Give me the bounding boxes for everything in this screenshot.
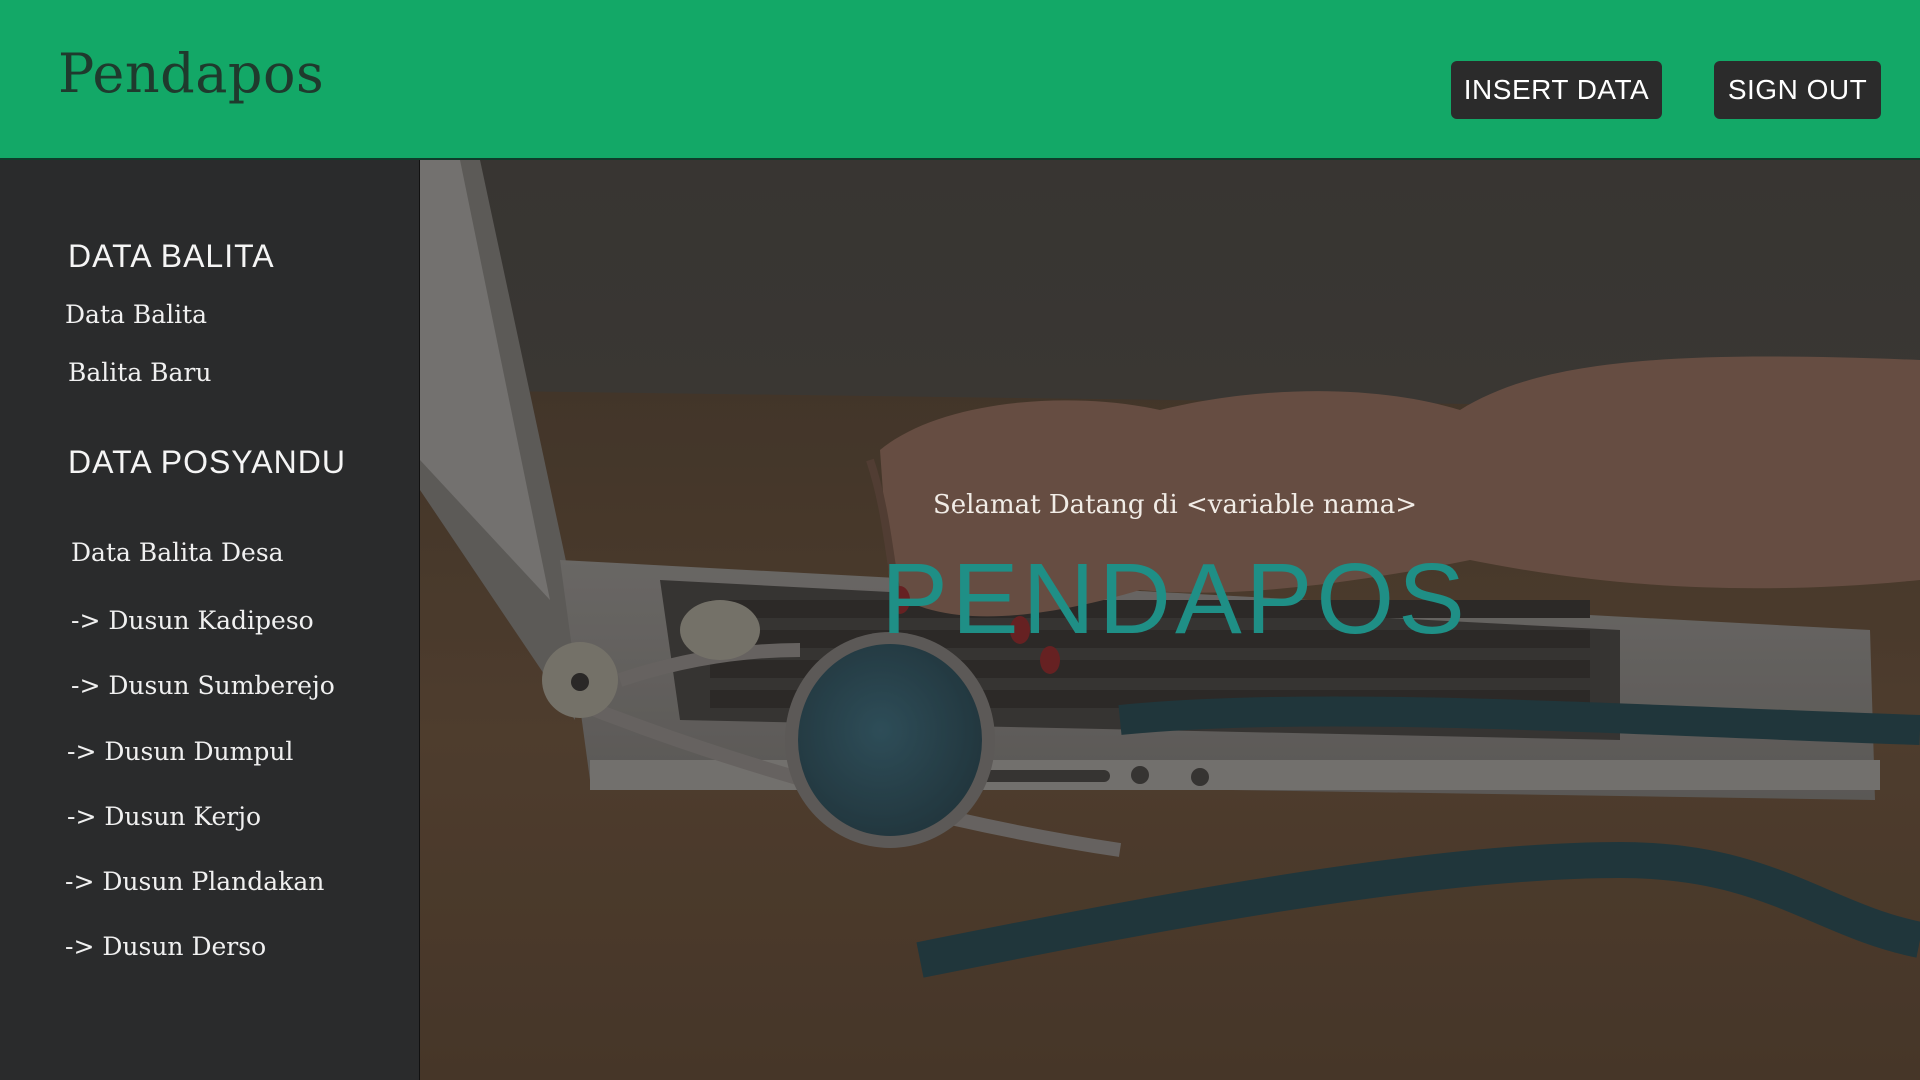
- hero-title: PENDAPOS: [881, 543, 1469, 655]
- sidebar-item-dusun-kerjo[interactable]: -> Dusun Kerjo: [67, 802, 261, 831]
- sidebar-item-dusun-derso[interactable]: -> Dusun Derso: [65, 932, 266, 961]
- welcome-message: Selamat Datang di <variable nama>: [932, 490, 1418, 520]
- app-root: Pendapos INSERT DATA SIGN OUT DATA BALIT…: [0, 0, 1920, 1080]
- hero-banner: Selamat Datang di <variable nama> PENDAP…: [420, 160, 1920, 1080]
- sidebar-heading-data-posyandu: DATA POSYANDU: [68, 444, 346, 480]
- sidebar-item-dusun-kadipeso[interactable]: -> Dusun Kadipeso: [71, 606, 314, 635]
- sidebar: DATA BALITA Data Balita Balita Baru DATA…: [0, 160, 420, 1080]
- sidebar-item-data-balita[interactable]: Data Balita: [65, 300, 207, 329]
- sidebar-item-balita-baru[interactable]: Balita Baru: [68, 358, 212, 387]
- brand-logo[interactable]: Pendapos: [58, 42, 324, 105]
- top-header: Pendapos INSERT DATA SIGN OUT: [0, 0, 1920, 160]
- sidebar-heading-data-balita: DATA BALITA: [68, 238, 275, 274]
- sign-out-button[interactable]: SIGN OUT: [1714, 61, 1881, 119]
- sidebar-item-dusun-sumberejo[interactable]: -> Dusun Sumberejo: [71, 671, 335, 700]
- sidebar-item-dusun-dumpul[interactable]: -> Dusun Dumpul: [67, 737, 293, 766]
- sidebar-item-dusun-plandakan[interactable]: -> Dusun Plandakan: [65, 867, 324, 896]
- insert-data-button[interactable]: INSERT DATA: [1451, 61, 1662, 119]
- sidebar-item-data-balita-desa[interactable]: Data Balita Desa: [71, 538, 284, 567]
